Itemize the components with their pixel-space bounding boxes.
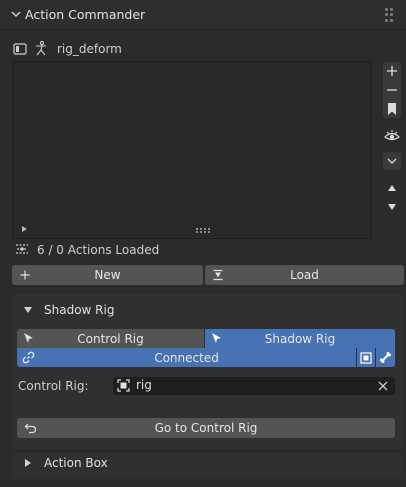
list-view-icon[interactable]: [13, 42, 27, 56]
plus-icon: [387, 66, 397, 76]
list-resize-handle[interactable]: [196, 228, 210, 233]
load-button[interactable]: Load: [205, 265, 404, 285]
go-to-control-rig-button[interactable]: Go to Control Rig: [17, 418, 395, 438]
link-icon: [22, 351, 35, 364]
new-button[interactable]: New: [12, 265, 203, 285]
move-down-button[interactable]: [383, 198, 401, 216]
bookmark-button[interactable]: [383, 100, 401, 118]
object-select-icon: [360, 351, 372, 364]
chevron-down-icon: [11, 11, 21, 17]
control-rig-value: rig: [136, 378, 152, 392]
drag-handle-icon[interactable]: [385, 8, 399, 22]
tab-control-rig[interactable]: Control Rig: [17, 329, 204, 348]
back-arrow-icon: [23, 421, 37, 435]
panel-expand-icon[interactable]: [25, 459, 31, 467]
new-button-label: New: [94, 268, 121, 282]
eye-icon: [384, 130, 400, 141]
action-status-icon: [16, 244, 28, 254]
cursor-icon: [212, 333, 221, 343]
tab-shadow-rig-label: Shadow Rig: [264, 331, 336, 346]
tab-control-rig-label: Control Rig: [77, 331, 144, 346]
rig-name: rig_deform: [57, 42, 122, 56]
connected-label: Connected: [154, 350, 219, 365]
load-button-label: Load: [290, 268, 319, 282]
visibility-button[interactable]: [383, 127, 401, 145]
chevron-down-icon: [387, 158, 397, 164]
actions-loaded-status: 6 / 0 Actions Loaded: [37, 243, 160, 257]
move-up-button[interactable]: [383, 179, 401, 197]
object-icon: [117, 379, 130, 392]
go-to-control-rig-label: Go to Control Rig: [154, 421, 258, 435]
shadow-rig-panel-title: Shadow Rig: [44, 303, 115, 317]
load-icon: [211, 268, 225, 282]
actions-list[interactable]: [12, 61, 372, 239]
bookmark-icon: [388, 103, 396, 115]
clear-icon[interactable]: [378, 381, 388, 391]
add-button[interactable]: [383, 62, 401, 80]
cursor-icon: [24, 333, 33, 343]
list-options-button[interactable]: [383, 152, 401, 170]
remove-button[interactable]: [383, 81, 401, 99]
control-rig-label: Control Rig:: [18, 379, 89, 393]
control-rig-field[interactable]: rig: [113, 377, 395, 395]
bone-button[interactable]: [376, 348, 395, 367]
action-box-panel-title: Action Box: [44, 456, 108, 470]
minus-icon: [387, 89, 397, 91]
panel-header[interactable]: Action Commander: [0, 0, 406, 30]
panel-title: Action Commander: [25, 7, 146, 22]
connected-toggle[interactable]: Connected: [17, 348, 356, 367]
triangle-up-icon: [388, 185, 396, 191]
tab-shadow-rig[interactable]: Shadow Rig: [205, 329, 395, 348]
panel-collapse-icon[interactable]: [24, 307, 32, 313]
armature-icon: [36, 40, 46, 56]
select-object-button[interactable]: [357, 348, 375, 367]
triangle-down-icon: [388, 204, 396, 210]
bone-icon: [380, 352, 391, 363]
plus-icon: [18, 268, 32, 282]
list-expand-icon[interactable]: [22, 226, 27, 232]
